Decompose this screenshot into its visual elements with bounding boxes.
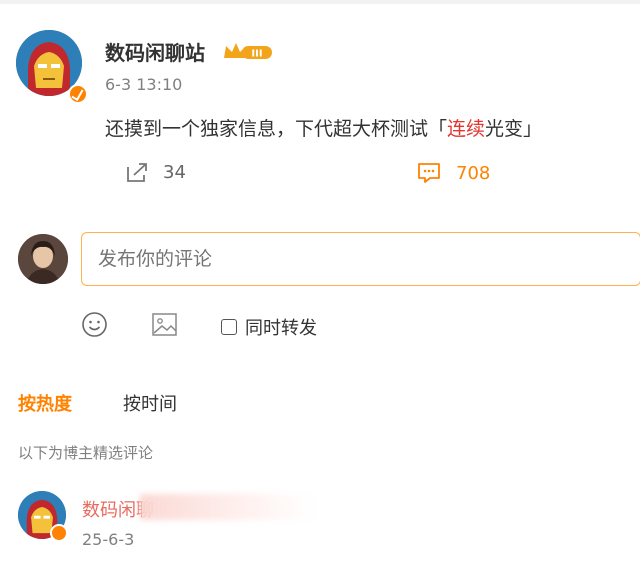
post-author-name[interactable]: 数码闲聊站 xyxy=(105,37,205,66)
comment-time: 25-6-3 xyxy=(82,530,135,549)
post-time: 6-3 13:10 xyxy=(105,75,183,94)
repost-checkbox[interactable] xyxy=(221,319,237,335)
post-text-before: 还摸到一个独家信息，下代超大杯测试「 xyxy=(105,118,448,140)
tab-by-popularity[interactable]: 按热度 xyxy=(18,390,72,416)
share-button[interactable]: 34 xyxy=(125,161,186,183)
verified-icon xyxy=(50,524,68,542)
level-badge: III xyxy=(251,49,262,60)
current-user-avatar xyxy=(18,234,68,284)
tab-by-time[interactable]: 按时间 xyxy=(123,390,177,416)
repost-label: 同时转发 xyxy=(245,318,317,339)
post-text-after: 光变」 xyxy=(485,118,543,140)
post-text-highlight[interactable]: 连续 xyxy=(447,118,485,140)
post-text: 还摸到一个独家信息，下代超大杯测试「连续光变」 xyxy=(105,114,542,141)
blurred-name-mask xyxy=(140,494,315,520)
repost-toggle[interactable]: 同时转发 xyxy=(221,314,317,340)
user-photo-icon xyxy=(18,234,68,284)
verified-icon xyxy=(68,84,88,104)
crown-icon: III xyxy=(224,43,272,60)
image-icon[interactable] xyxy=(151,311,178,338)
comment-input[interactable] xyxy=(81,232,640,286)
top-divider xyxy=(0,0,640,4)
comment-icon xyxy=(418,163,440,183)
emoji-icon[interactable] xyxy=(81,311,108,338)
share-icon xyxy=(127,163,147,182)
comment-button[interactable]: 708 xyxy=(416,161,490,185)
section-note: 以下为博主精选评论 xyxy=(18,444,154,462)
comment-count: 708 xyxy=(456,162,491,184)
share-count: 34 xyxy=(163,161,186,183)
